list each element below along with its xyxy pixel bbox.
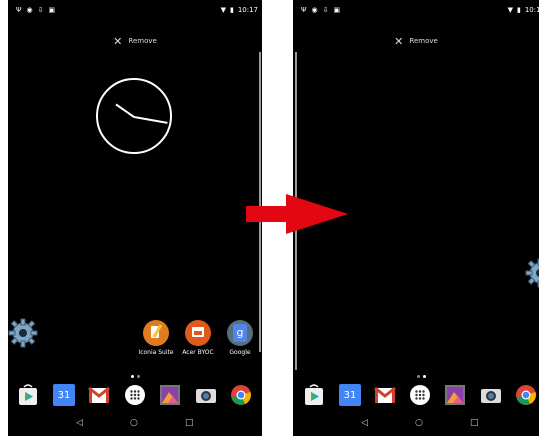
status-bar: Ψ ◉ ⇩ ▣ ▼ ▮ 10:17: [8, 0, 262, 22]
play-store-icon[interactable]: [303, 384, 325, 406]
home-button[interactable]: ○: [130, 418, 138, 428]
settings-gear-icon[interactable]: [8, 318, 38, 348]
app-google-folder[interactable]: g Google: [220, 320, 260, 356]
recents-button[interactable]: □: [470, 418, 479, 428]
remove-label: Remove: [409, 37, 438, 45]
calendar-icon[interactable]: 31: [339, 384, 361, 406]
download-icon: ⇩: [322, 6, 329, 14]
remove-drop-target[interactable]: ✕ Remove: [8, 33, 262, 49]
google-folder-icon: g: [227, 320, 253, 346]
gallery-icon[interactable]: [159, 384, 181, 406]
wifi-icon: ▼: [220, 6, 226, 14]
page-dot: [131, 375, 134, 378]
gallery-icon[interactable]: [444, 384, 466, 406]
usb-icon: Ψ: [301, 6, 307, 14]
remove-drop-target[interactable]: ✕ Remove: [293, 33, 539, 49]
status-time: 10:17: [237, 6, 258, 14]
camera-icon[interactable]: [480, 384, 502, 406]
home-button[interactable]: ○: [415, 418, 423, 428]
wifi-icon: ▼: [507, 6, 513, 14]
download-icon: ⇩: [37, 6, 44, 14]
back-button[interactable]: ◁: [361, 418, 368, 428]
play-store-icon[interactable]: [17, 384, 39, 406]
clock-minute-hand: [133, 116, 168, 124]
app-drawer-icon[interactable]: [124, 384, 146, 406]
iconia-suite-icon: [143, 320, 169, 346]
usb-icon: Ψ: [16, 6, 22, 14]
camera-icon[interactable]: [195, 384, 217, 406]
photo-icon: ▣: [333, 6, 341, 14]
calendar-icon[interactable]: 31: [53, 384, 75, 406]
clock-hour-hand: [115, 103, 135, 118]
page-dot: [417, 375, 420, 378]
app-label: Iconia Suite: [138, 349, 174, 356]
app-acer-byoc[interactable]: Acer BYOC: [178, 320, 218, 356]
status-time: 10:17: [524, 6, 539, 14]
page-indicator: [417, 375, 426, 378]
dock: 31: [293, 384, 539, 410]
analog-clock-widget[interactable]: [96, 78, 172, 154]
close-icon: ✕: [394, 34, 404, 48]
chrome-icon[interactable]: [230, 384, 252, 406]
page-indicator: [131, 375, 140, 378]
app-iconia-suite[interactable]: Iconia Suite: [136, 320, 176, 356]
navigation-bar: ◁ ○ □: [293, 418, 539, 432]
calendar-date: 31: [343, 390, 357, 401]
notification-icon: ◉: [311, 6, 318, 14]
calendar-date: 31: [57, 390, 71, 401]
remove-label: Remove: [128, 37, 157, 45]
photo-icon: ▣: [48, 6, 56, 14]
settings-gear-icon[interactable]: [525, 258, 539, 288]
notification-icon: ◉: [26, 6, 33, 14]
chrome-icon[interactable]: [515, 384, 537, 406]
close-icon: ✕: [113, 34, 123, 48]
dock: 31: [8, 384, 262, 410]
navigation-bar: ◁ ○ □: [8, 418, 262, 432]
battery-icon: ▮: [229, 6, 234, 14]
app-label: Acer BYOC: [182, 349, 214, 356]
transition-arrow-icon: [246, 194, 348, 234]
battery-icon: ▮: [516, 6, 521, 14]
status-bar: Ψ ◉ ⇩ ▣ ▼ ▮ 10:17: [293, 0, 539, 22]
app-drawer-icon[interactable]: [409, 384, 431, 406]
app-label: Google: [229, 349, 251, 356]
acer-byoc-icon: [185, 320, 211, 346]
recents-button[interactable]: □: [185, 418, 194, 428]
back-button[interactable]: ◁: [76, 418, 83, 428]
left-home-screen: Ψ ◉ ⇩ ▣ ▼ ▮ 10:17 ✕ Remove Iconia Suite …: [8, 0, 262, 436]
page-dot: [137, 375, 140, 378]
gmail-icon[interactable]: [88, 384, 110, 406]
gmail-icon[interactable]: [374, 384, 396, 406]
page-dot: [423, 375, 426, 378]
